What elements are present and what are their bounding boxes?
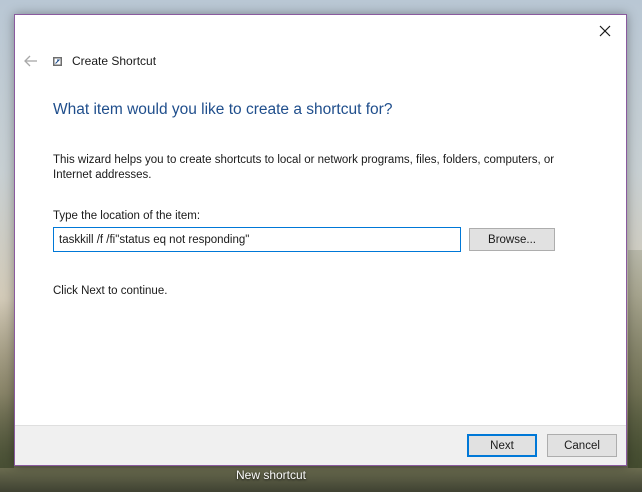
location-input[interactable] [53, 227, 461, 252]
close-button[interactable] [590, 19, 620, 43]
dialog-footer: Next Cancel [15, 425, 626, 465]
shortcut-wizard-icon [53, 57, 62, 66]
browse-button[interactable]: Browse... [469, 228, 555, 251]
desktop-shortcut-label[interactable]: New shortcut [218, 468, 324, 482]
create-shortcut-dialog: Create Shortcut What item would you like… [14, 14, 627, 466]
back-button[interactable] [23, 53, 39, 69]
back-arrow-icon [24, 55, 37, 67]
continue-instruction: Click Next to continue. [53, 285, 168, 297]
page-heading: What item would you like to create a sho… [53, 101, 393, 118]
close-icon [599, 25, 611, 37]
next-button[interactable]: Next [467, 434, 537, 457]
wallpaper-right [628, 250, 642, 492]
wallpaper-left [0, 300, 14, 492]
dialog-header: Create Shortcut [15, 51, 626, 73]
location-label: Type the location of the item: [53, 210, 201, 222]
dialog-title: Create Shortcut [72, 54, 157, 68]
wizard-description: This wizard helps you to create shortcut… [53, 154, 555, 181]
cancel-button[interactable]: Cancel [547, 434, 617, 457]
